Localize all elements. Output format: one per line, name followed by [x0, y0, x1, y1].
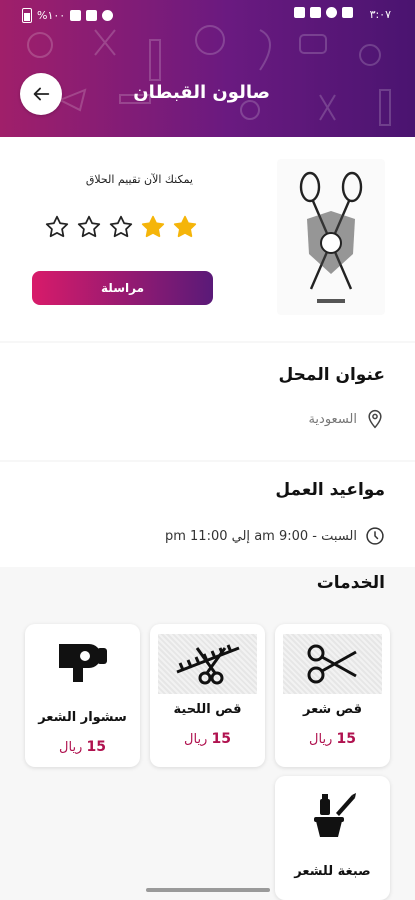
star-filled-icon[interactable] [172, 214, 198, 240]
service-name: سشوار الشعر [38, 710, 127, 725]
settings-notification-icon [310, 7, 321, 18]
battery-percent: %١٠٠ [37, 9, 66, 22]
clock-icon [366, 527, 384, 545]
notification-icon [294, 7, 305, 18]
status-bar: %١٠٠ ٣:٠٧ [0, 0, 415, 32]
service-card-beard[interactable]: قص اللحية 15 ريال [150, 624, 265, 767]
arrow-left-icon [33, 87, 50, 101]
home-indicator[interactable] [146, 888, 270, 892]
star-empty-icon[interactable] [76, 214, 102, 240]
battery-icon [22, 8, 32, 23]
service-name: قص اللحية [173, 702, 242, 717]
working-hours-row: السبت - 9:00 am إلي 11:00 pm [165, 526, 385, 546]
salon-profile-card: يمكنك الآن تقييم الحلاق مراسلة [0, 137, 415, 341]
address-row: السعودية [308, 409, 385, 429]
service-price: 15 ريال [309, 731, 356, 747]
star-filled-icon[interactable] [140, 214, 166, 240]
app-notification-icon [326, 7, 337, 18]
service-image [275, 776, 390, 856]
service-image [158, 634, 257, 694]
location-pin-icon [368, 409, 382, 429]
comb-scissors-icon [175, 644, 240, 685]
service-image [283, 634, 382, 694]
scissors-emblem-icon [299, 171, 363, 303]
gallery-notification-icon [342, 7, 353, 18]
working-hours-section: مواعيد العمل السبت - 9:00 am إلي 11:00 p… [0, 462, 415, 567]
rating-stars[interactable] [44, 214, 198, 240]
service-card-blowdry[interactable]: سشوار الشعر 15 ريال [25, 624, 140, 767]
service-price: 15 ريال [59, 739, 106, 755]
page-title: صالون القبطان [133, 82, 270, 103]
service-card-haircut[interactable]: قص شعر 15 ريال [275, 624, 390, 767]
service-name: قص شعر [303, 702, 362, 717]
rate-prompt: يمكنك الآن تقييم الحلاق [85, 173, 193, 186]
hair-dryer-icon [58, 644, 107, 682]
app-header: %١٠٠ ٣:٠٧ صالون القبطان [0, 0, 415, 137]
message-button[interactable]: مراسلة [32, 271, 213, 305]
address-section: عنوان المحل السعودية [0, 343, 415, 460]
service-name: صبغة للشعر [294, 864, 371, 879]
status-time: ٣:٠٧ [369, 8, 391, 21]
address-value: السعودية [308, 411, 357, 427]
volte-icon [86, 10, 98, 21]
working-hours-value: السبت - 9:00 am إلي 11:00 pm [164, 528, 357, 544]
signal-icon [70, 10, 82, 21]
star-empty-icon[interactable] [44, 214, 70, 240]
scissors-icon [307, 644, 357, 684]
address-title: عنوان المحل [278, 365, 386, 385]
working-hours-title: مواعيد العمل [275, 480, 385, 500]
status-icons-left: %١٠٠ [22, 8, 114, 23]
service-card-hair-dye[interactable]: صبغة للشعر [275, 776, 390, 900]
hair-dye-icon [313, 793, 356, 837]
wifi-icon [102, 10, 114, 21]
services-title: الخدمات [316, 573, 385, 593]
status-icons-right [294, 7, 353, 18]
service-image [25, 624, 140, 702]
salon-logo [277, 159, 385, 315]
star-empty-icon[interactable] [108, 214, 134, 240]
back-button[interactable] [20, 73, 62, 115]
service-price: 15 ريال [184, 731, 231, 747]
